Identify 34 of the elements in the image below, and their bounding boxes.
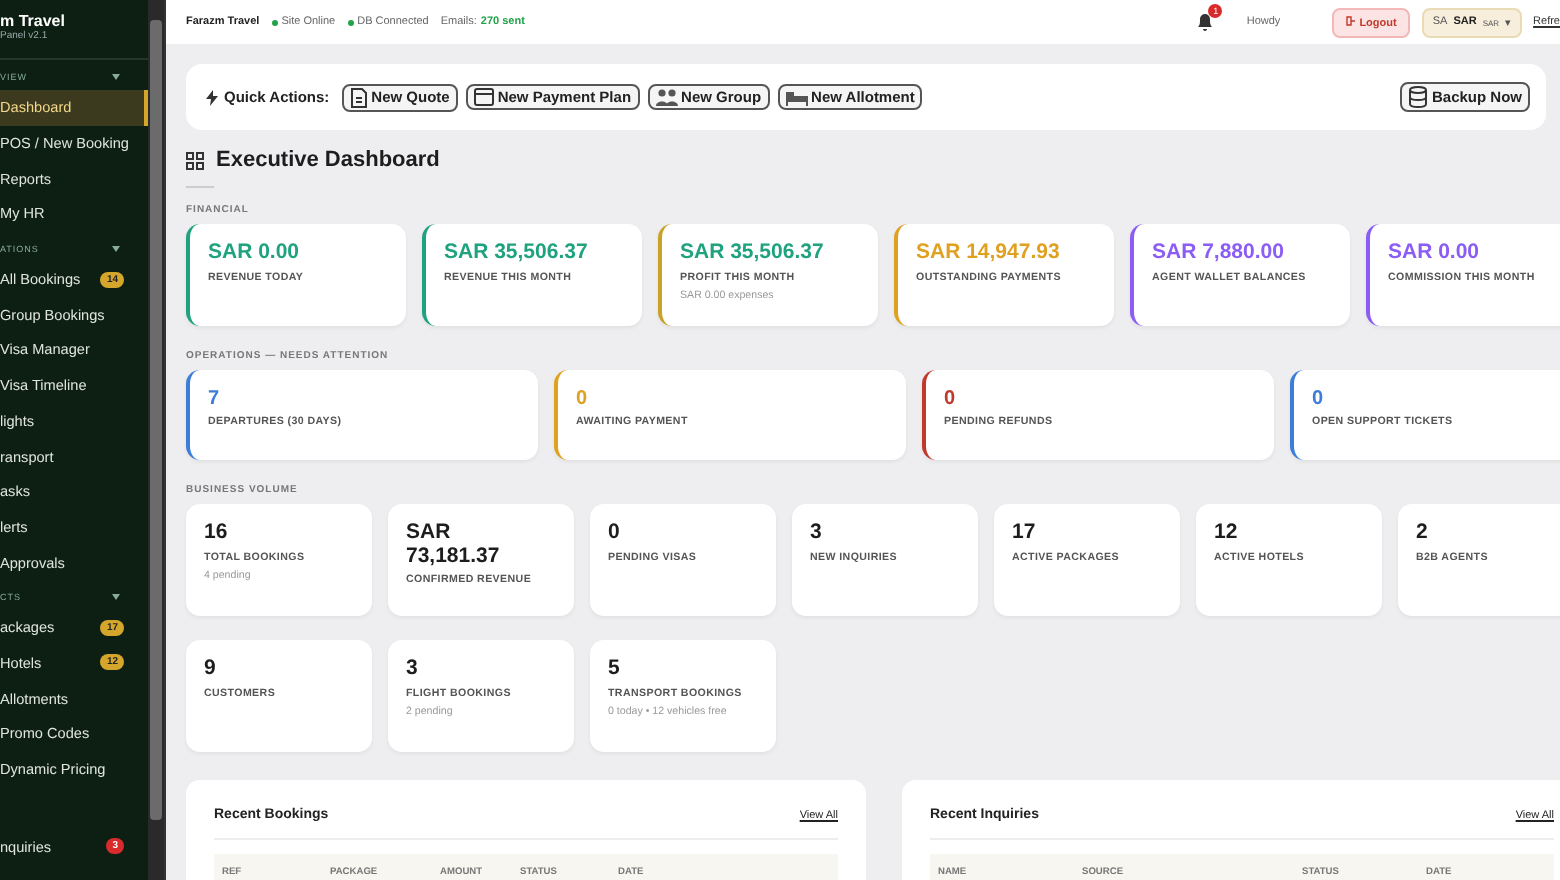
document-icon [349, 87, 368, 107]
stat-value: SAR 35,506.37 [680, 242, 824, 266]
stat-value: 12 [1214, 522, 1238, 546]
stat-value: 0 [944, 388, 956, 410]
stat-value: 2 [1416, 522, 1428, 546]
stat-value: SAR 0.00 [1388, 242, 1480, 266]
stat-value: 17 [1012, 522, 1036, 546]
stat-value: SAR 14,947.93 [916, 242, 1060, 266]
logout-icon [1346, 15, 1357, 25]
lightning-icon [206, 89, 218, 105]
caret-icon[interactable] [112, 72, 120, 84]
bed-icon [785, 89, 808, 105]
stat-value: 0 [576, 388, 588, 410]
stat-value: 0 [608, 522, 620, 546]
stat-value: 9 [204, 658, 216, 682]
caret-icon[interactable] [112, 243, 120, 256]
stat-value: 0 [1312, 388, 1324, 410]
stat-value: SAR 7,880.00 [1152, 242, 1284, 266]
page-title: Executive Dashboard [216, 148, 440, 172]
grid-icon [186, 151, 204, 169]
database-icon [1407, 86, 1428, 108]
people-icon [655, 88, 678, 106]
stat-value: 3 [810, 522, 822, 546]
stat-value: SAR 35,506.37 [444, 242, 588, 266]
stat-value: 5 [608, 658, 620, 682]
stat-value: 3 [406, 658, 418, 682]
brand-name: m Travel [0, 12, 67, 30]
stat-value: 7 [208, 388, 220, 410]
caret-icon[interactable] [112, 591, 120, 604]
card-icon [473, 88, 494, 106]
stat-value: SAR 0.00 [208, 242, 300, 266]
stat-value: SAR 73,181.37 [406, 522, 502, 569]
scrollbar[interactable] [148, 0, 164, 880]
stat-value: 16 [204, 522, 228, 546]
